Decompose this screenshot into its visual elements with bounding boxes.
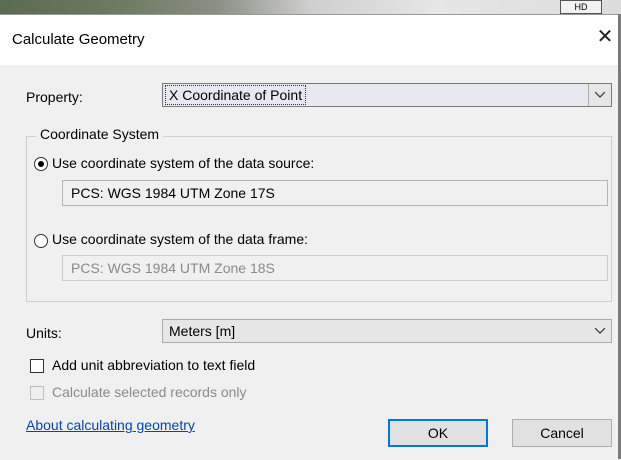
calculate-geometry-dialog: Calculate Geometry ✕ Property: X Coordin… (0, 14, 621, 460)
selected-only-checkbox (30, 386, 44, 400)
cancel-button[interactable]: Cancel (512, 419, 612, 447)
data-frame-cs-value: PCS: WGS 1984 UTM Zone 18S (71, 260, 275, 276)
add-abbreviation-label[interactable]: Add unit abbreviation to text field (52, 357, 255, 373)
dialog-titlebar: Calculate Geometry ✕ (0, 15, 621, 65)
units-label: Units: (26, 325, 62, 341)
chevron-down-icon[interactable] (588, 84, 611, 106)
dialog-title: Calculate Geometry (12, 31, 145, 48)
property-dropdown[interactable]: X Coordinate of Point (162, 83, 612, 107)
close-icon[interactable]: ✕ (595, 25, 615, 49)
data-source-cs-field: PCS: WGS 1984 UTM Zone 17S (62, 180, 608, 206)
add-abbreviation-checkbox[interactable] (30, 359, 44, 373)
units-dropdown[interactable]: Meters [m] (162, 319, 612, 343)
property-label: Property: (26, 89, 83, 105)
radio-data-frame-label[interactable]: Use coordinate system of the data frame: (52, 231, 308, 247)
radio-data-source-label[interactable]: Use coordinate system of the data source… (52, 155, 314, 171)
property-value: X Coordinate of Point (164, 85, 307, 105)
selected-only-label: Calculate selected records only (52, 384, 247, 400)
background-window-button: HD (560, 0, 602, 14)
ok-button[interactable]: OK (388, 419, 488, 447)
radio-data-frame[interactable] (34, 234, 48, 248)
background-window-strip: HD (0, 0, 621, 14)
radio-data-source[interactable] (34, 157, 48, 171)
data-source-cs-value: PCS: WGS 1984 UTM Zone 17S (71, 185, 275, 201)
data-frame-cs-field: PCS: WGS 1984 UTM Zone 18S (62, 255, 608, 281)
units-value: Meters [m] (169, 323, 236, 339)
about-geometry-link[interactable]: About calculating geometry (26, 417, 195, 433)
coordinate-system-title: Coordinate System (36, 126, 164, 142)
chevron-down-icon[interactable] (589, 320, 611, 342)
